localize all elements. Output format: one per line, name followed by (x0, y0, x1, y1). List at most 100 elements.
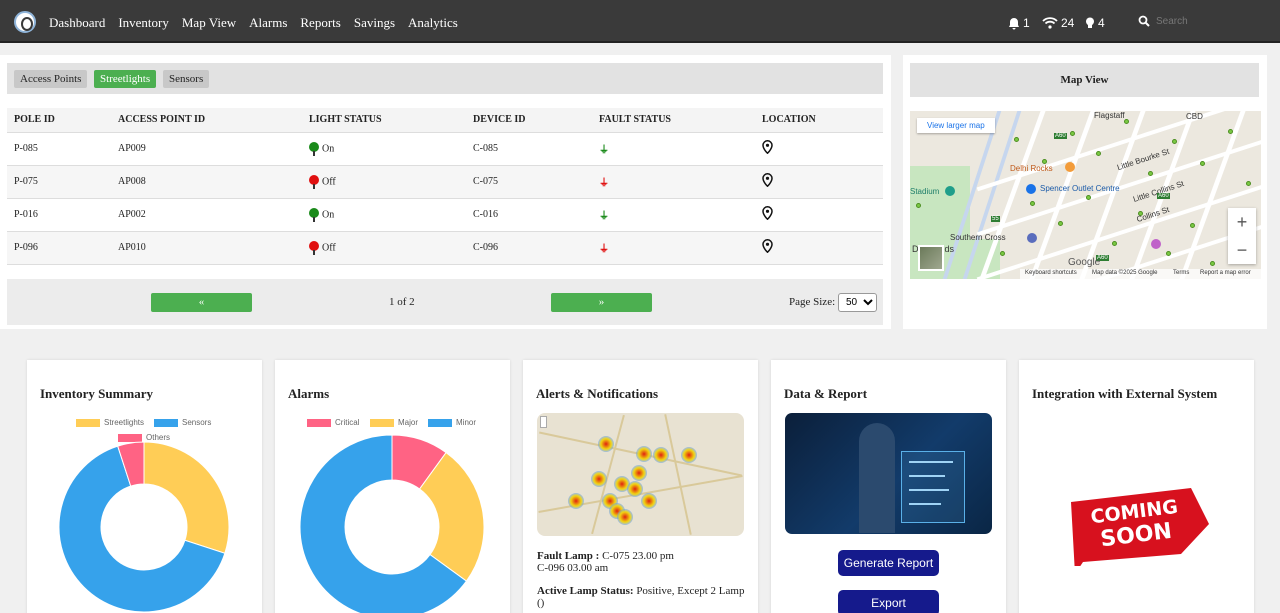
wifi-count: 24 (1061, 16, 1075, 30)
map-streetlight-dot[interactable] (1246, 181, 1251, 186)
terms-link[interactable]: Terms (1173, 270, 1189, 276)
heatmap-zoom-control[interactable] (540, 416, 547, 428)
zoom-in-button[interactable]: + (1228, 208, 1256, 236)
prev-page-button[interactable]: « (151, 293, 252, 312)
map-streetlight-dot[interactable] (1070, 131, 1075, 136)
fault-heatmap[interactable] (537, 413, 744, 536)
export-button[interactable]: Export (838, 590, 939, 613)
heatmap-hotspot (636, 446, 652, 462)
satellite-toggle[interactable] (918, 245, 944, 271)
location (755, 165, 883, 199)
stadium-pin-icon[interactable] (945, 186, 955, 196)
map-streetlight-dot[interactable] (1112, 241, 1117, 246)
tab-access-points[interactable]: Access Points (14, 70, 88, 88)
bell-status[interactable]: 1 (1008, 16, 1030, 30)
view-larger-map-link[interactable]: View larger map (917, 118, 995, 133)
col-location[interactable]: LOCATION (755, 108, 883, 133)
map-streetlight-dot[interactable] (1086, 195, 1091, 200)
fault-ok-icon: ⏚ (599, 211, 609, 222)
col-device-id[interactable]: DEVICE ID (466, 108, 592, 133)
map-road-marker: 55 (991, 216, 1000, 222)
location-pin-icon[interactable] (762, 173, 773, 188)
access-point-id: AP009 (111, 132, 302, 166)
map-streetlight-dot[interactable] (1166, 251, 1171, 256)
nav-savings[interactable]: Savings (354, 15, 395, 31)
table-row: P-075 AP008 Off C-075 ⏚ (7, 165, 883, 199)
pole-id: P-096 (7, 231, 111, 265)
device-tabs: Access Points Streetlights Sensors (7, 63, 883, 94)
col-fault-status[interactable]: FAULT STATUS (592, 108, 755, 133)
restaurant-pin-icon[interactable] (1065, 162, 1075, 172)
light-status: On (302, 132, 466, 166)
page-size-select[interactable]: 50 (838, 293, 877, 312)
illustration-line (909, 461, 953, 463)
col-access-point-id[interactable]: ACCESS POINT ID (111, 108, 302, 133)
search-input[interactable] (1156, 15, 1266, 27)
bulb-status[interactable]: 4 (1085, 16, 1105, 30)
map-streetlight-dot[interactable] (1096, 151, 1101, 156)
heatmap-hotspot (617, 509, 633, 525)
report-illustration (785, 413, 992, 534)
light-status-text: On (322, 142, 335, 154)
col-light-status[interactable]: LIGHT STATUS (302, 108, 466, 133)
map-streetlight-dot[interactable] (1030, 201, 1035, 206)
nav-dashboard[interactable]: Dashboard (49, 15, 105, 31)
search-box (1138, 15, 1266, 27)
map-streetlight-dot[interactable] (1000, 251, 1005, 256)
col-pole-id[interactable]: POLE ID (7, 108, 111, 133)
next-page-button[interactable]: » (551, 293, 652, 312)
google-map[interactable]: Flagstaff CBD Delhi Rocks Spencer Outlet… (910, 111, 1261, 279)
nav-inventory[interactable]: Inventory (118, 15, 169, 31)
alarms-card: Alarms Critical Major Minor (275, 360, 510, 613)
app-logo[interactable] (14, 11, 36, 33)
page-size-label: Page Size: (789, 296, 836, 308)
map-streetlight-dot[interactable] (1210, 261, 1215, 266)
report-map-error-link[interactable]: Report a map error (1200, 270, 1251, 276)
access-point-id: AP010 (111, 231, 302, 265)
nav-map-view[interactable]: Map View (182, 15, 236, 31)
keyboard-shortcuts-link[interactable]: Keyboard shortcuts (1025, 270, 1077, 276)
page-info: 1 of 2 (389, 296, 415, 308)
google-logo: Google (1068, 257, 1101, 268)
map-streetlight-dot[interactable] (1058, 221, 1063, 226)
map-label-stadium: Stadium (910, 187, 940, 196)
train-station-pin-icon[interactable] (1027, 233, 1037, 243)
map-streetlight-dot[interactable] (1172, 139, 1177, 144)
map-streetlight-dot[interactable] (1228, 129, 1233, 134)
tab-sensors[interactable]: Sensors (163, 70, 210, 88)
zoom-out-button[interactable]: − (1228, 236, 1256, 264)
map-streetlight-dot[interactable] (1190, 223, 1195, 228)
map-streetlight-dot[interactable] (1200, 161, 1205, 166)
map-streetlight-dot[interactable] (1014, 137, 1019, 142)
map-label-southern-cross: Southern Cross (950, 233, 1006, 242)
map-street (976, 184, 1261, 279)
pole-id: P-075 (7, 165, 111, 199)
location-pin-icon[interactable] (762, 206, 773, 221)
tab-streetlights[interactable]: Streetlights (94, 70, 157, 88)
nav-analytics[interactable]: Analytics (408, 15, 458, 31)
fault-lamp-info: Fault Lamp : C-075 23.00 pm C-096 03.00 … (537, 550, 674, 574)
access-point-id: AP008 (111, 165, 302, 199)
bell-count: 1 (1023, 16, 1030, 30)
shop-pin-icon[interactable] (1151, 239, 1161, 249)
nav-reports[interactable]: Reports (300, 15, 340, 31)
bulb-count: 4 (1098, 16, 1105, 30)
map-streetlight-dot[interactable] (1148, 171, 1153, 176)
nav-alarms[interactable]: Alarms (249, 15, 287, 31)
location-pin-icon[interactable] (762, 239, 773, 254)
donut-slice-streetlights[interactable] (143, 441, 230, 554)
light-status-text: On (322, 208, 335, 220)
device-id: C-016 (466, 198, 592, 232)
location-pin-icon[interactable] (762, 140, 773, 155)
generate-report-button[interactable]: Generate Report (838, 550, 939, 576)
map-streetlight-dot[interactable] (916, 203, 921, 208)
shopping-pin-icon[interactable] (1026, 184, 1036, 194)
table-row: P-016 AP002 On C-016 ⏚ (7, 198, 883, 232)
access-point-id: AP002 (111, 198, 302, 232)
light-status: Off (302, 231, 466, 265)
location (755, 132, 883, 166)
data-report-card: Data & Report Generate Report Export (771, 360, 1006, 613)
wifi-status[interactable]: 24 (1042, 16, 1074, 30)
active-lamp-tail: () (537, 597, 545, 609)
illustration-line (909, 503, 941, 505)
